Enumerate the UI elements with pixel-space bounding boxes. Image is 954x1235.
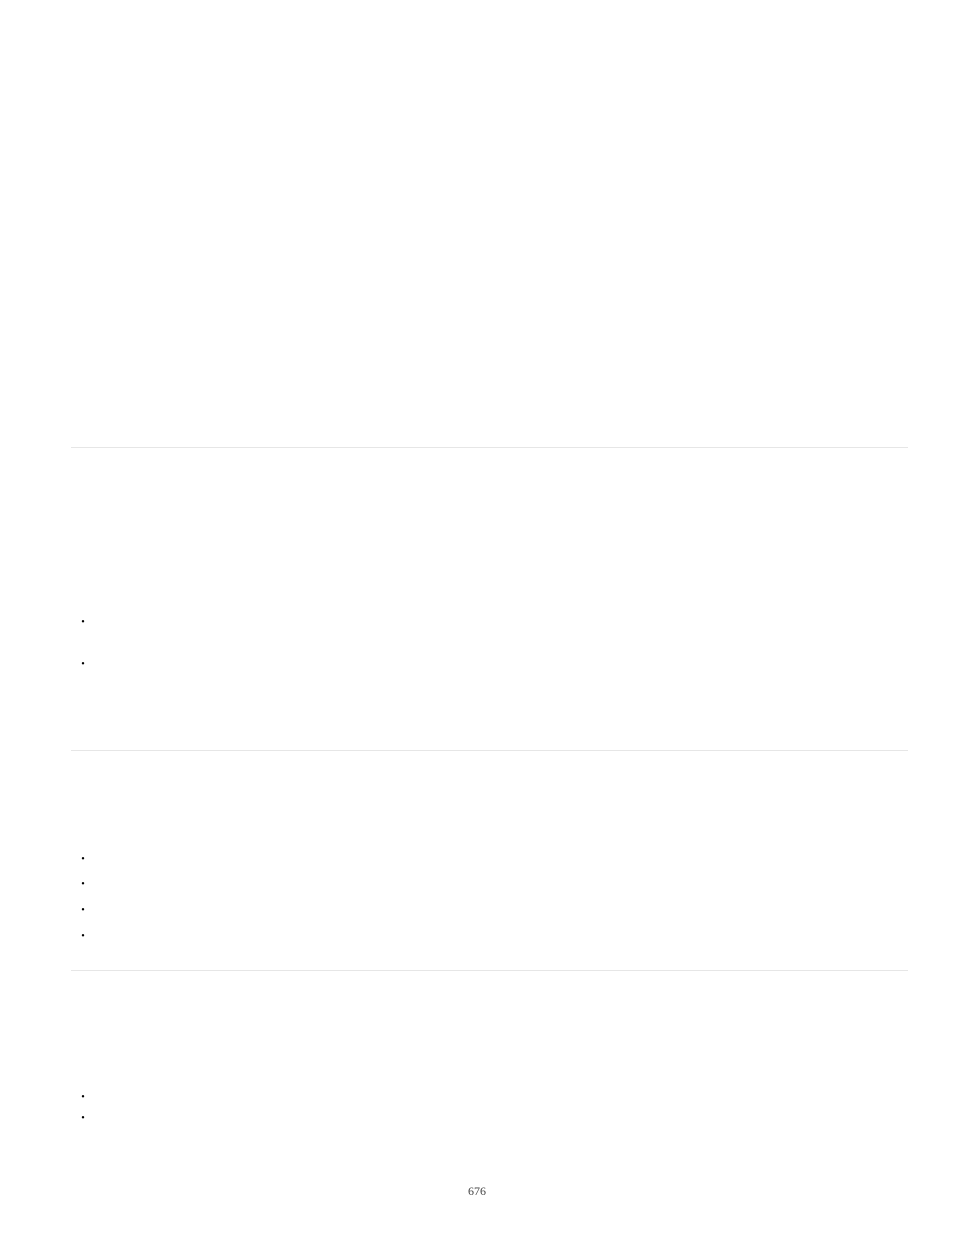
bullet-icon: • xyxy=(74,855,92,865)
bullet-icon: • xyxy=(74,906,92,916)
list2-item: • xyxy=(74,932,92,942)
bullet-icon: • xyxy=(74,880,92,890)
list1-item: • xyxy=(74,618,92,628)
bullet-icon: • xyxy=(74,660,92,670)
list3-item: • xyxy=(74,1093,92,1103)
document-page: • • • • • • • • 676 xyxy=(0,0,954,1235)
horizontal-rule-3 xyxy=(71,970,908,971)
bullet-icon: • xyxy=(74,618,92,628)
list1-item: • xyxy=(74,660,92,670)
list2-item: • xyxy=(74,880,92,890)
horizontal-rule-1 xyxy=(71,447,908,448)
list3-item: • xyxy=(74,1114,92,1124)
list2-item: • xyxy=(74,906,92,916)
bullet-icon: • xyxy=(74,1093,92,1103)
list2-item: • xyxy=(74,855,92,865)
horizontal-rule-2 xyxy=(71,750,908,751)
bullet-icon: • xyxy=(74,932,92,942)
bullet-icon: • xyxy=(74,1114,92,1124)
page-number: 676 xyxy=(0,1184,954,1199)
